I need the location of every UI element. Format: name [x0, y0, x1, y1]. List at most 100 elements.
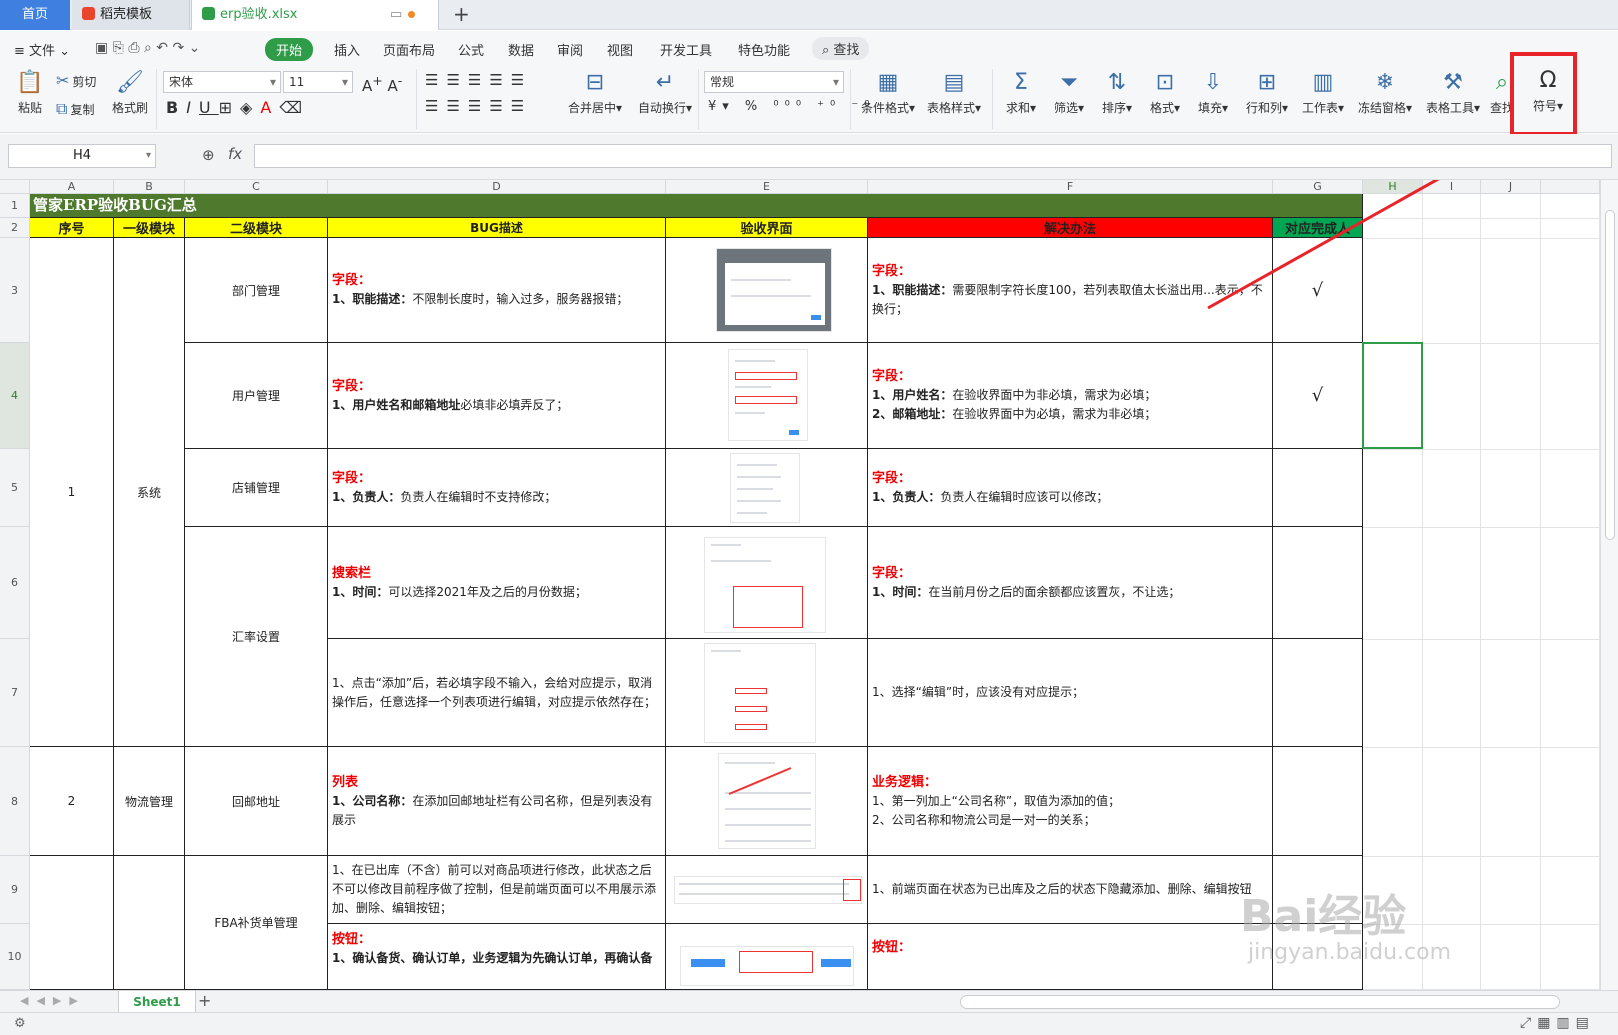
menu-start[interactable]: 开始	[265, 38, 314, 61]
menu-search[interactable]: ⌕ 查找	[812, 37, 870, 60]
cut-button[interactable]: ✂ 剪切	[56, 71, 96, 90]
format-button[interactable]: ⊡ 格式▾	[1146, 71, 1184, 116]
table-style-button[interactable]: ▤ 表格样式▾	[924, 71, 984, 116]
menu-data[interactable]: 数据	[508, 40, 534, 59]
menu-developer[interactable]: 开发工具	[660, 40, 712, 59]
worksheet-button[interactable]: ▥ 工作表▾	[1298, 71, 1348, 116]
conditional-format-icon: ▦	[877, 70, 899, 95]
tab-file-label: erp验收.xlsx	[220, 7, 298, 22]
macro-record-icon[interactable]: ⚙	[14, 1016, 26, 1031]
filter-label: 筛选	[1053, 101, 1078, 115]
quick-access-icons[interactable]: ▣ ⎘ ⎙ ⌕ ↶ ↷ ⌄	[95, 40, 200, 56]
view-mode-icons[interactable]: ⤢▦▥▤	[1520, 1015, 1595, 1031]
fill-color-icon[interactable]: ◈	[240, 98, 260, 117]
merge-center-button[interactable]: ⊟ 合并居中▾	[564, 71, 626, 116]
paste-label: 粘贴	[17, 101, 42, 115]
font-name-select[interactable]: 宋体 ▾	[163, 71, 281, 93]
chevron-down-icon: ▾	[832, 75, 839, 89]
format-painter-button[interactable]: 🖌 格式刷	[110, 71, 150, 116]
formula-input[interactable]	[254, 144, 1612, 168]
sum-label: 求和	[1005, 101, 1030, 115]
conditional-format-button[interactable]: ▦ 条件格式▾	[858, 71, 918, 116]
vertical-scroll-thumb[interactable]	[1605, 210, 1615, 540]
wrap-text-button[interactable]: ↵ 自动换行▾	[634, 71, 696, 116]
menu-view[interactable]: 视图	[607, 40, 633, 59]
funnel-icon: ⏷	[1060, 70, 1078, 95]
menu-review[interactable]: 审阅	[557, 40, 583, 59]
align-horizontal-icons[interactable]: ☰☰☰☰☰	[425, 97, 532, 115]
tab-file[interactable]: erp验收.xlsx ▭	[191, 0, 439, 30]
menu-insert[interactable]: 插入	[334, 40, 360, 59]
copy-icon: ⧉	[56, 99, 68, 118]
add-sheet-button[interactable]: +	[198, 991, 211, 1010]
spreadsheet-app: 首页 稻壳模板 erp验收.xlsx ▭ + ≡ 文件 ⌄ ▣ ⎘ ⎙ ⌕ ↶ ↷…	[0, 0, 1618, 1035]
font-size-inc-dec[interactable]: A+ A-	[362, 73, 402, 95]
menu-formula[interactable]: 公式	[458, 40, 484, 59]
font-color-icon[interactable]: A	[260, 98, 279, 117]
menu-search-label: 查找	[833, 43, 860, 58]
scissors-icon: ✂	[56, 71, 70, 90]
font-size-select[interactable]: 11 ▾	[283, 71, 353, 93]
freeze-icon: ❄	[1375, 70, 1395, 95]
formula-bar: H4 ▾ ⊕ fx	[0, 134, 1618, 180]
italic-icon[interactable]: I	[186, 98, 199, 117]
tab-template[interactable]: 稻壳模板	[72, 0, 190, 30]
watermark-url: jingyan.baidu.com	[1248, 940, 1452, 965]
clipboard-icon: 📋	[16, 70, 44, 95]
rowcol-label: 行和列	[1245, 101, 1282, 115]
copy-button[interactable]: ⧉ 复制	[56, 99, 94, 119]
align-vertical-icons[interactable]: ☰☰☰☰☰	[425, 71, 532, 89]
worksheet-icon: ▥	[1312, 70, 1334, 95]
fx-icon[interactable]: fx	[228, 145, 242, 163]
docer-logo-icon	[82, 7, 95, 20]
table-tools-button[interactable]: ⚒ 表格工具▾	[1422, 71, 1484, 116]
vertical-scrollbar[interactable]	[1600, 180, 1618, 990]
underline-icon[interactable]: U	[199, 98, 219, 117]
freeze-panes-button[interactable]: ❄ 冻结窗格▾	[1354, 71, 1416, 116]
sheet-nav-arrows[interactable]: ◀◀▶▶	[20, 994, 86, 1007]
sigma-icon: Σ	[1014, 70, 1028, 95]
horizontal-scrollbar[interactable]	[960, 995, 1560, 1009]
menu-bar: ≡ 文件 ⌄ ▣ ⎘ ⎙ ⌕ ↶ ↷ ⌄ 开始 插入 页面布局 公式 数据 审阅…	[0, 31, 1618, 65]
row-column-button[interactable]: ⊞ 行和列▾	[1242, 71, 1292, 116]
clear-format-icon[interactable]: ⌫	[279, 98, 310, 117]
ribbon-separator	[156, 69, 157, 129]
tab-template-label: 稻壳模板	[100, 7, 153, 22]
monitor-icon[interactable]: ▭	[390, 0, 402, 30]
filter-button[interactable]: ⏷ 筛选▾	[1050, 71, 1088, 116]
ribbon-separator	[416, 69, 417, 129]
copy-label: 复制	[70, 103, 95, 117]
new-tab-button[interactable]: +	[453, 2, 470, 26]
merge-label: 合并居中	[567, 101, 616, 115]
cut-label: 剪切	[72, 75, 97, 89]
menu-page-layout[interactable]: 页面布局	[383, 40, 435, 59]
paste-button[interactable]: 📋 粘贴	[10, 71, 50, 116]
status-bar: ⚙ ⤢▦▥▤	[0, 1012, 1618, 1035]
row-column-icon: ⊞	[1257, 70, 1277, 95]
name-box[interactable]: H4 ▾	[8, 144, 156, 168]
font-style-buttons[interactable]: BIU⊞◈A⌫	[166, 98, 310, 117]
sheet-tab-sheet1[interactable]: Sheet1	[118, 991, 196, 1013]
bold-icon[interactable]: B	[166, 98, 186, 117]
zoom-icon[interactable]: ⊕	[202, 146, 215, 164]
table-style-icon: ▤	[943, 70, 965, 95]
symbol-highlight-box	[1510, 52, 1577, 136]
border-icon[interactable]: ⊞	[219, 98, 240, 117]
cell-ref-value: H4	[72, 148, 92, 163]
table-tool-label: 表格工具	[1425, 101, 1474, 115]
fill-down-icon: ⇩	[1203, 70, 1223, 95]
table-tools-icon: ⚒	[1443, 70, 1463, 95]
cond-format-label: 条件格式	[860, 101, 909, 115]
menu-special[interactable]: 特色功能	[738, 40, 790, 59]
file-menu[interactable]: ≡ 文件 ⌄	[14, 40, 70, 59]
fill-button[interactable]: ⇩ 填充▾	[1194, 71, 1232, 116]
tab-home[interactable]: 首页	[0, 0, 70, 30]
sort-button[interactable]: ⇅ 排序▾	[1098, 71, 1136, 116]
font-name-value: 宋体	[169, 75, 194, 89]
number-format-select[interactable]: 常规 ▾	[704, 71, 844, 93]
sum-button[interactable]: Σ 求和▾	[1002, 71, 1040, 116]
file-menu-label: 文件	[29, 44, 56, 59]
spreadsheet-grid: A B C D E F G H I J 1 2 3 4 5 6 7 8 9 10…	[0, 180, 1600, 990]
search-icon: ⌕	[822, 43, 830, 58]
freeze-label: 冻结窗格	[1357, 101, 1406, 115]
